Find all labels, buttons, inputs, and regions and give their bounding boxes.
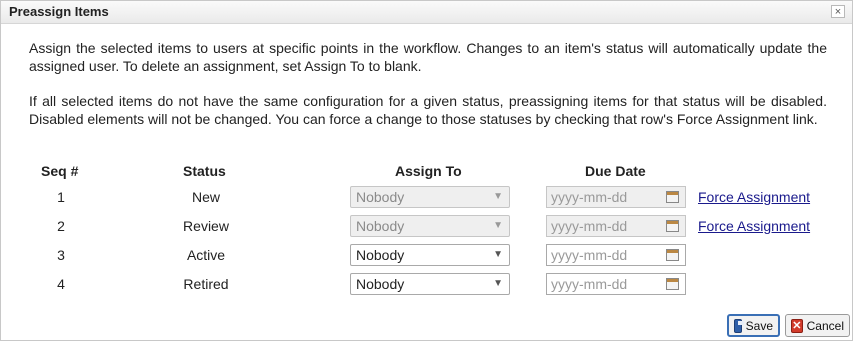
intro-paragraph-1: Assign the selected items to users at sp… xyxy=(29,40,827,74)
due-date-input[interactable]: yyyy-mm-dd xyxy=(546,244,686,266)
row-status: Review xyxy=(183,218,229,234)
header-due-date: Due Date xyxy=(585,163,646,179)
preassign-dialog: Preassign Items × Assign the selected it… xyxy=(0,0,853,341)
row-seq: 2 xyxy=(57,218,65,234)
row-seq: 1 xyxy=(57,189,65,205)
force-assignment-link[interactable]: Force Assignment xyxy=(698,218,810,234)
assign-to-value: Nobody xyxy=(356,247,405,263)
force-assignment-link[interactable]: Force Assignment xyxy=(698,189,810,205)
header-seq: Seq # xyxy=(41,163,79,179)
floppy-disk-icon xyxy=(734,318,744,333)
save-label: Save xyxy=(745,318,773,333)
save-button[interactable]: Save xyxy=(727,314,780,337)
due-date-input: yyyy-mm-dd xyxy=(546,186,686,208)
calendar-icon xyxy=(666,191,679,203)
row-seq: 4 xyxy=(57,276,65,292)
chevron-down-icon: ▼ xyxy=(493,220,503,231)
calendar-icon xyxy=(666,220,679,232)
assign-to-select: Nobody ▼ xyxy=(350,215,510,237)
close-icon[interactable]: × xyxy=(831,5,845,18)
calendar-icon[interactable] xyxy=(666,249,679,261)
dialog-title: Preassign Items xyxy=(9,4,109,19)
header-assign-to: Assign To xyxy=(395,163,462,179)
chevron-down-icon: ▼ xyxy=(493,249,503,260)
due-date-placeholder: yyyy-mm-dd xyxy=(551,247,628,263)
x-icon: ✕ xyxy=(791,318,803,333)
assign-to-value: Nobody xyxy=(356,276,405,292)
calendar-icon[interactable] xyxy=(666,278,679,290)
chevron-down-icon: ▼ xyxy=(493,191,503,202)
row-seq: 3 xyxy=(57,247,65,263)
intro-paragraph-2: If all selected items do not have the sa… xyxy=(29,93,827,127)
due-date-input[interactable]: yyyy-mm-dd xyxy=(546,273,686,295)
assign-to-value: Nobody xyxy=(356,189,405,205)
header-status: Status xyxy=(183,163,226,179)
assign-to-select: Nobody ▼ xyxy=(350,186,510,208)
dialog-titlebar[interactable]: Preassign Items × xyxy=(1,1,852,24)
due-date-placeholder: yyyy-mm-dd xyxy=(551,218,628,234)
assign-to-value: Nobody xyxy=(356,218,405,234)
due-date-placeholder: yyyy-mm-dd xyxy=(551,276,628,292)
chevron-down-icon: ▼ xyxy=(493,278,503,289)
due-date-placeholder: yyyy-mm-dd xyxy=(551,189,628,205)
cancel-button[interactable]: ✕ Cancel xyxy=(785,314,850,337)
row-status: Retired xyxy=(183,276,229,292)
row-status: New xyxy=(191,189,220,205)
row-status: Active xyxy=(186,247,226,263)
assign-to-select[interactable]: Nobody ▼ xyxy=(350,273,510,295)
due-date-input: yyyy-mm-dd xyxy=(546,215,686,237)
assign-to-select[interactable]: Nobody ▼ xyxy=(350,244,510,266)
cancel-label: Cancel xyxy=(806,318,844,333)
